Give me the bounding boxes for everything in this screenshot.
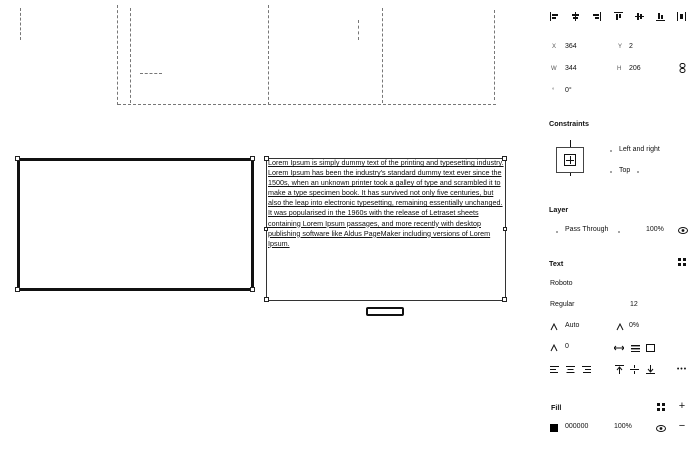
text-align-right-icon[interactable] — [581, 364, 591, 374]
constraint-dot — [610, 150, 612, 152]
fill-color-swatch[interactable] — [550, 424, 558, 432]
design-canvas[interactable]: Lorem Ipsum is simply dummy text of the … — [0, 0, 530, 450]
text-heading: Text — [549, 259, 564, 268]
resize-handle[interactable] — [502, 297, 507, 302]
layer-opacity-field[interactable]: 100% — [646, 226, 664, 233]
layer-heading: Layer — [549, 205, 569, 214]
blend-mode-icon — [556, 231, 558, 233]
align-center-h-icon[interactable] — [570, 11, 580, 21]
auto-height-icon[interactable] — [630, 343, 640, 353]
fill-opacity-field[interactable]: 100% — [614, 423, 632, 430]
resize-handle[interactable] — [250, 287, 255, 292]
fill-heading: Fill — [551, 403, 562, 412]
eye-icon[interactable] — [678, 225, 688, 235]
letter-spacing-field[interactable]: 0% — [629, 322, 639, 329]
guide-line — [20, 8, 21, 40]
constrain-proportions-icon[interactable] — [677, 63, 687, 73]
line-height-icon — [549, 322, 559, 332]
width-field[interactable]: 344 — [565, 65, 577, 72]
paragraph-spacing-icon — [549, 343, 559, 353]
resize-handle[interactable] — [250, 156, 255, 161]
paragraph-spacing-field[interactable]: 0 — [565, 343, 569, 350]
guide-line — [358, 20, 359, 40]
h-label: H — [617, 66, 622, 72]
empty-frame[interactable] — [17, 158, 254, 291]
align-left-icon[interactable] — [549, 11, 559, 21]
constraints-widget[interactable] — [556, 147, 584, 173]
line-height-field[interactable]: Auto — [565, 322, 579, 329]
chevron-down-icon[interactable] — [637, 171, 639, 173]
align-middle-v-icon[interactable] — [634, 11, 644, 21]
letter-spacing-icon — [615, 322, 625, 332]
remove-fill-icon[interactable]: − — [677, 420, 687, 432]
guide-line — [117, 5, 118, 105]
resize-handle[interactable] — [15, 287, 20, 292]
text-align-left-icon[interactable] — [549, 364, 559, 374]
align-bottom-icon[interactable] — [655, 11, 665, 21]
y-field[interactable]: 2 — [629, 43, 633, 50]
align-right-icon[interactable] — [591, 11, 601, 21]
guide-line — [268, 5, 269, 105]
resize-handle[interactable] — [15, 156, 20, 161]
fill-visibility-eye-icon[interactable] — [656, 423, 666, 433]
fill-styles-grid-icon[interactable] — [656, 402, 666, 412]
align-top-icon[interactable] — [613, 11, 623, 21]
chevron-down-icon[interactable] — [618, 231, 620, 233]
auto-width-icon[interactable] — [614, 343, 624, 353]
constraint-plus-icon — [564, 154, 576, 166]
more-options-icon[interactable]: ••• — [677, 364, 687, 374]
guide-line — [382, 8, 383, 103]
fixed-size-icon[interactable] — [645, 343, 655, 353]
y-label: Y — [618, 44, 623, 50]
text-align-middle-icon[interactable] — [629, 364, 639, 374]
guide-line — [494, 10, 495, 100]
blend-mode-select[interactable]: Pass Through — [565, 226, 608, 233]
font-size-field[interactable]: 12 — [630, 301, 638, 308]
rotation-label: ° — [552, 88, 555, 94]
font-weight-select[interactable]: Regular — [550, 301, 575, 308]
font-family-select[interactable]: Roboto — [550, 280, 573, 287]
constraints-heading: Constraints — [549, 119, 589, 128]
lorem-ipsum-text[interactable]: Lorem Ipsum is simply dummy text of the … — [268, 158, 508, 249]
x-label: X — [552, 44, 557, 50]
horizontal-constraint-select[interactable]: Left and right — [619, 146, 660, 153]
height-field[interactable]: 206 — [629, 65, 641, 72]
constraint-top-line[interactable] — [570, 140, 571, 147]
add-fill-icon[interactable]: + — [677, 400, 687, 412]
text-align-bottom-icon[interactable] — [645, 364, 655, 374]
constraint-bottom-line[interactable] — [570, 173, 571, 176]
distribute-icon[interactable] — [676, 11, 686, 21]
vertical-constraint-select[interactable]: Top — [619, 167, 630, 174]
text-styles-grid-icon[interactable] — [677, 257, 687, 267]
resize-handle[interactable] — [264, 297, 269, 302]
guide-line — [130, 8, 131, 103]
inspector-panel: X 364 Y 2 W 344 H 206 ° 0° Constraints L… — [540, 0, 698, 450]
text-align-center-icon[interactable] — [565, 364, 575, 374]
rotation-field[interactable]: 0° — [565, 87, 572, 94]
selection-size-badge — [366, 307, 404, 316]
guide-line — [140, 73, 162, 74]
w-label: W — [551, 66, 557, 72]
guide-line — [118, 104, 496, 105]
fill-hex-field[interactable]: 000000 — [565, 423, 588, 430]
x-field[interactable]: 364 — [565, 43, 577, 50]
constraint-dot — [610, 171, 612, 173]
text-align-top-icon[interactable] — [614, 364, 624, 374]
